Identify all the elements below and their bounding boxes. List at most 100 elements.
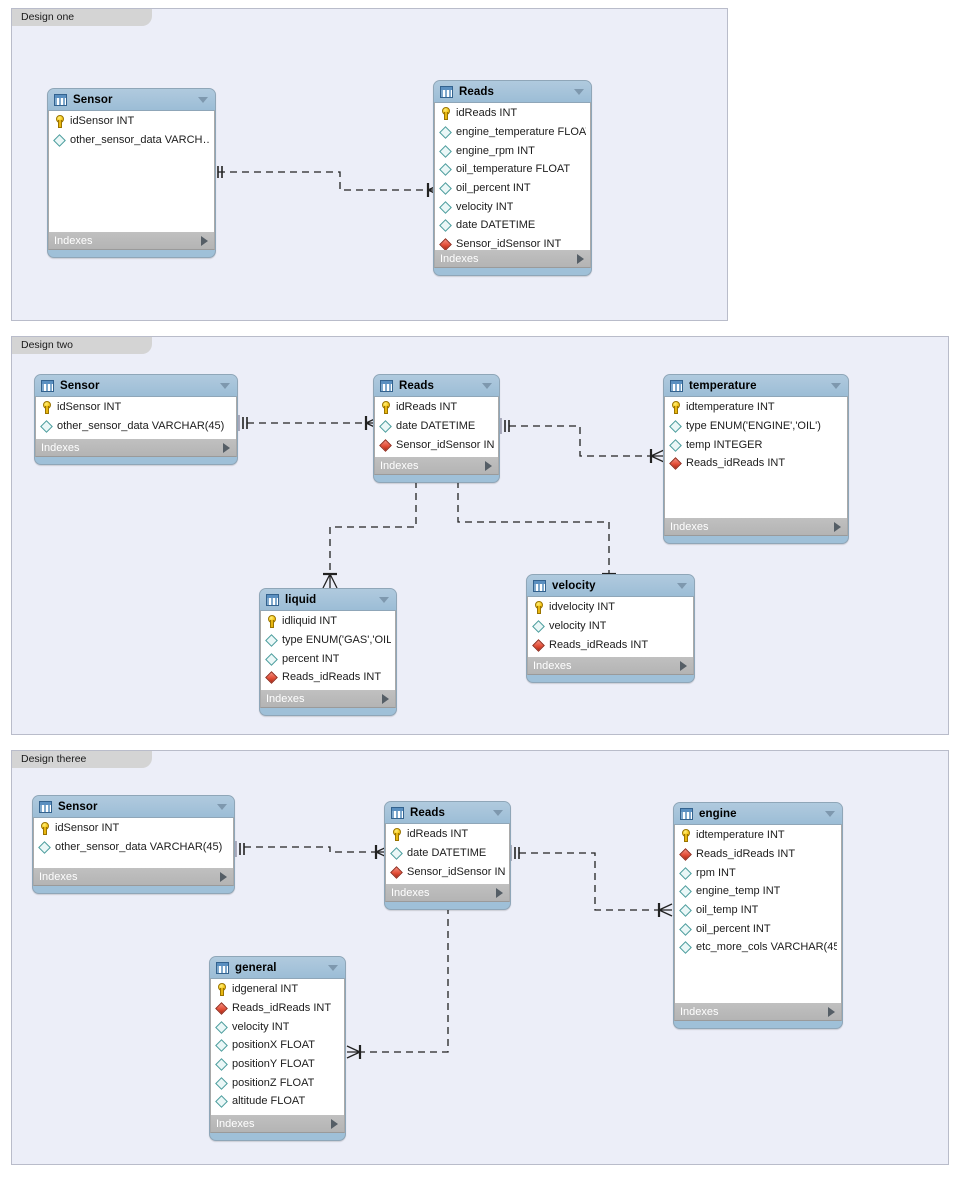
table-d1-sensor[interactable]: Sensor idSensor INT other_sensor_data VA… [47, 88, 216, 258]
table-row[interactable]: Sensor_idSensor INT [435, 235, 590, 250]
chevron-right-icon[interactable] [680, 660, 687, 671]
table-row[interactable]: Reads_idReads INT [211, 999, 344, 1018]
table-d3-engine[interactable]: engine idtemperature INT Reads_idReads I… [673, 802, 843, 1029]
table-row[interactable]: type ENUM('ENGINE','OIL') [665, 417, 847, 436]
chevron-right-icon[interactable] [201, 235, 208, 246]
chevron-down-icon[interactable] [677, 582, 687, 589]
table-d3-sensor[interactable]: Sensor idSensor INT other_sensor_data VA… [32, 795, 235, 894]
table-row[interactable]: positionZ FLOAT [211, 1073, 344, 1092]
chevron-down-icon[interactable] [825, 810, 835, 817]
table-d2-temperature-header[interactable]: temperature [664, 375, 848, 396]
table-d3-engine-indexes[interactable]: Indexes [674, 1003, 842, 1021]
chevron-down-icon[interactable] [482, 382, 492, 389]
table-d3-reads-indexes[interactable]: Indexes [385, 884, 510, 902]
table-d2-liquid-header[interactable]: liquid [260, 589, 396, 610]
table-d3-general-header[interactable]: general [210, 957, 345, 978]
design-panel-three-tab[interactable]: Design theree [12, 751, 152, 768]
relationship-d1-sensor-reads[interactable] [212, 160, 442, 197]
relationship-d3-reads-general[interactable] [338, 896, 458, 1061]
table-row[interactable]: Reads_idReads INT [528, 635, 693, 654]
table-row[interactable]: engine_rpm INT [435, 141, 590, 160]
design-panel-one-tab[interactable]: Design one [12, 9, 152, 26]
table-d3-general-indexes[interactable]: Indexes [210, 1115, 345, 1133]
table-row[interactable]: Reads_idReads INT [261, 668, 395, 687]
table-row[interactable]: engine_temperature FLOAT [435, 123, 590, 142]
table-row[interactable]: oil_percent INT [435, 179, 590, 198]
table-row[interactable]: idReads INT [386, 825, 509, 844]
table-row[interactable]: date DATETIME [435, 216, 590, 235]
table-row[interactable]: idgeneral INT [211, 980, 344, 999]
chevron-down-icon[interactable] [574, 88, 584, 95]
table-row[interactable]: velocity INT [528, 617, 693, 636]
table-d3-general[interactable]: general idgeneral INT Reads_idReads INT … [209, 956, 346, 1141]
table-d2-sensor[interactable]: Sensor idSensor INT other_sensor_data VA… [34, 374, 238, 465]
chevron-right-icon[interactable] [223, 442, 230, 453]
table-row[interactable]: oil_temp INT [675, 901, 841, 920]
chevron-down-icon[interactable] [493, 809, 503, 816]
table-row[interactable]: altitude FLOAT [211, 1092, 344, 1111]
table-row[interactable]: idliquid INT [261, 612, 395, 631]
table-d3-engine-header[interactable]: engine [674, 803, 842, 824]
table-d2-reads-header[interactable]: Reads [374, 375, 499, 396]
table-row[interactable]: positionY FLOAT [211, 1055, 344, 1074]
table-row[interactable]: date DATETIME [386, 844, 509, 863]
table-row[interactable]: date DATETIME [375, 417, 498, 436]
table-row[interactable]: oil_percent INT [675, 919, 841, 938]
table-d2-liquid[interactable]: liquid idliquid INT type ENUM('GAS','OIL… [259, 588, 397, 716]
chevron-right-icon[interactable] [834, 521, 841, 532]
table-row[interactable]: temp INTEGER [665, 435, 847, 454]
table-row[interactable]: velocity INT [435, 197, 590, 216]
table-d2-velocity-header[interactable]: velocity [527, 575, 694, 596]
design-panel-two-tab[interactable]: Design two [12, 337, 152, 354]
chevron-right-icon[interactable] [828, 1006, 835, 1017]
table-d2-temperature[interactable]: temperature idtemperature INT type ENUM(… [663, 374, 849, 544]
relationship-d2-sensor-reads[interactable] [238, 412, 380, 434]
table-row[interactable]: positionX FLOAT [211, 1036, 344, 1055]
table-row[interactable]: Reads_idReads INT [675, 845, 841, 864]
table-row[interactable]: etc_more_cols VARCHAR(45) [675, 938, 841, 957]
table-row[interactable]: idSensor INT [36, 398, 236, 417]
table-row[interactable]: Sensor_idSensor INT [386, 862, 509, 881]
chevron-right-icon[interactable] [382, 693, 389, 704]
table-row[interactable]: velocity INT [211, 1017, 344, 1036]
table-row[interactable]: other_sensor_data VARCHAR(45) [36, 417, 236, 436]
table-row[interactable]: type ENUM('GAS','OIL') [261, 631, 395, 650]
table-d1-sensor-header[interactable]: Sensor [48, 89, 215, 110]
chevron-down-icon[interactable] [831, 382, 841, 389]
chevron-down-icon[interactable] [220, 382, 230, 389]
chevron-down-icon[interactable] [328, 964, 338, 971]
relationship-d2-reads-velocity[interactable] [450, 470, 617, 590]
table-d2-velocity[interactable]: velocity idvelocity INT velocity INT Rea… [526, 574, 695, 683]
table-d3-sensor-indexes[interactable]: Indexes [33, 868, 234, 886]
relationship-d2-reads-temperature[interactable] [500, 418, 665, 463]
table-d2-velocity-indexes[interactable]: Indexes [527, 657, 694, 675]
chevron-right-icon[interactable] [485, 460, 492, 471]
table-row[interactable]: idReads INT [375, 398, 498, 417]
table-row[interactable]: idReads INT [435, 104, 590, 123]
table-row[interactable]: engine_temp INT [675, 882, 841, 901]
table-row[interactable]: idSensor INT [49, 112, 214, 131]
table-row[interactable]: idtemperature INT [675, 826, 841, 845]
table-d1-reads-header[interactable]: Reads [434, 81, 591, 102]
table-d1-reads-indexes[interactable]: Indexes [434, 250, 591, 268]
table-row[interactable]: other_sensor_data VARCHAR(45) [34, 838, 233, 857]
table-d3-sensor-header[interactable]: Sensor [33, 796, 234, 817]
chevron-down-icon[interactable] [217, 803, 227, 810]
table-d2-liquid-indexes[interactable]: Indexes [260, 690, 396, 708]
chevron-right-icon[interactable] [220, 871, 227, 882]
table-row[interactable]: idvelocity INT [528, 598, 693, 617]
table-d3-reads[interactable]: Reads idReads INT date DATETIME Sensor_i… [384, 801, 511, 910]
table-row[interactable]: idSensor INT [34, 819, 233, 838]
table-d2-reads-indexes[interactable]: Indexes [374, 457, 499, 475]
table-d2-reads[interactable]: Reads idReads INT date DATETIME Sensor_i… [373, 374, 500, 483]
table-d2-sensor-indexes[interactable]: Indexes [35, 439, 237, 457]
table-row[interactable]: Sensor_idSensor INT [375, 435, 498, 454]
chevron-down-icon[interactable] [198, 96, 208, 103]
table-d1-sensor-indexes[interactable]: Indexes [48, 232, 215, 250]
relationship-d3-sensor-reads[interactable] [235, 838, 390, 860]
table-row[interactable]: percent INT [261, 649, 395, 668]
table-row[interactable]: other_sensor_data VARCH… [49, 131, 214, 150]
chevron-right-icon[interactable] [496, 887, 503, 898]
table-row[interactable]: rpm INT [675, 863, 841, 882]
relationship-d2-reads-liquid[interactable] [320, 470, 426, 590]
